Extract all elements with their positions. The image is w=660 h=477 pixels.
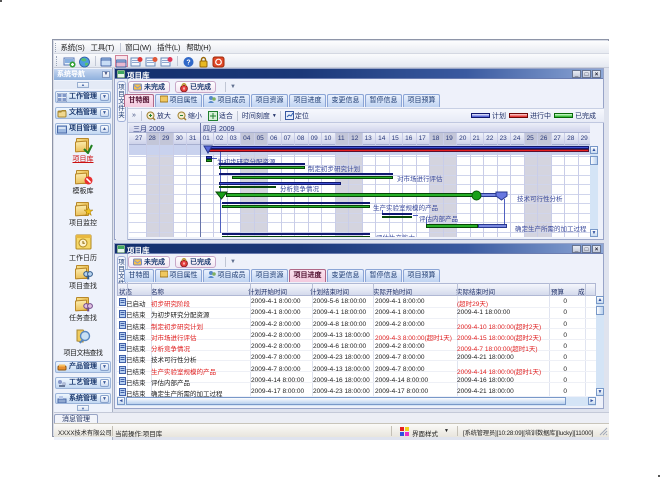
svg-text:?: ? — [186, 59, 190, 66]
